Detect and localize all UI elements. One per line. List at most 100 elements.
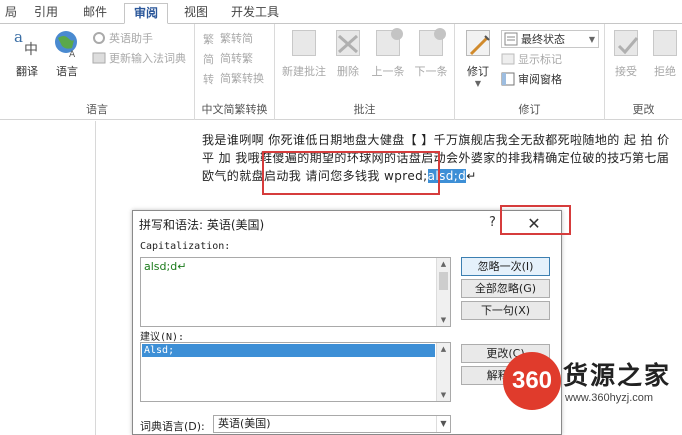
dictionary-icon [92, 51, 106, 65]
watermark-logo: 360 [503, 352, 561, 410]
simp-to-trad-icon: 简 [203, 51, 217, 66]
dictionary-language-label: 词典语言(D): [140, 420, 205, 433]
ignore-all-button[interactable]: 全部忽略(G) [461, 279, 550, 298]
conversion-button[interactable]: 转简繁转换 [203, 70, 264, 88]
next-comment-button[interactable]: 下一条 [411, 28, 451, 79]
group-chinese-conversion-label: 中文简繁转换 [201, 103, 268, 116]
delete-comment-label: 删除 [337, 65, 359, 78]
previous-comment-button[interactable]: 上一条 [369, 28, 407, 79]
english-assistant-label: 英语助手 [109, 32, 153, 45]
error-textbox[interactable]: alsd;d↵ ▲ ▼ [140, 257, 451, 327]
delete-comment-button[interactable]: 删除 [333, 28, 363, 79]
tab-developer[interactable]: 开发工具 [224, 3, 286, 24]
translate-label: 翻译 [16, 65, 38, 78]
conversion-label: 简繁转换 [220, 72, 264, 85]
close-annotation-box [500, 205, 571, 235]
svg-text:简: 简 [203, 52, 214, 65]
group-comments-label: 批注 [353, 103, 376, 116]
suggestions-list[interactable]: Alsd; ▲ ▼ [140, 342, 451, 402]
previous-comment-label: 上一条 [371, 65, 405, 78]
scroll-thumb[interactable] [439, 272, 448, 290]
show-markup-icon [501, 52, 515, 66]
tab-layout[interactable]: 局 [0, 3, 22, 24]
tab-view[interactable]: 视图 [178, 3, 214, 24]
trad-to-simp-label: 繁转简 [220, 32, 253, 45]
english-assistant-button[interactable]: 英语助手 [92, 30, 153, 48]
dictionary-language-select[interactable]: 英语(美国) ▼ [213, 415, 451, 433]
ignore-once-button[interactable]: 忽略一次(I) [461, 257, 550, 276]
suggestion-item[interactable]: Alsd; [142, 344, 435, 357]
trad-to-simp-icon: 繁 [203, 31, 217, 46]
show-markup-button[interactable]: 显示标记 [501, 51, 562, 69]
svg-text:a: a [14, 28, 23, 46]
translate-icon: a中 [12, 28, 42, 60]
group-chinese-conversion: 繁繁转简 简简转繁 转简繁转换 中文简繁转换 [195, 24, 275, 120]
error-textbox-scrollbar[interactable]: ▲ ▼ [436, 258, 450, 326]
dialog-title: 拼写和语法: 英语(美国) [139, 218, 265, 232]
scroll-up-icon[interactable]: ▲ [437, 343, 450, 355]
svg-text:繁: 繁 [203, 32, 214, 45]
accept-button[interactable]: 接受 [609, 28, 643, 79]
markup-view-icon [504, 32, 518, 46]
group-tracking-label: 修订 [518, 103, 541, 116]
suggestions-label: 建议(N): [140, 332, 185, 343]
previous-comment-icon [373, 28, 403, 60]
svg-text:A: A [69, 50, 76, 60]
reject-icon [650, 28, 680, 60]
tab-review[interactable]: 审阅 [124, 3, 168, 24]
simp-to-trad-button[interactable]: 简简转繁 [203, 50, 253, 68]
track-changes-dropdown-icon[interactable]: ▼ [461, 79, 495, 88]
conversion-icon: 转 [203, 71, 217, 86]
reviewing-pane-icon [501, 72, 515, 86]
ribbon-tab-bar: 局 引用 邮件 审阅 视图 开发工具 [0, 0, 682, 24]
help-button[interactable]: ? [489, 215, 496, 230]
final-state-label: 最终状态 [521, 33, 565, 46]
translate-button[interactable]: a中 翻译 [10, 28, 44, 79]
display-for-review-select[interactable]: 最终状态 ▼ [501, 30, 599, 48]
svg-text:中: 中 [24, 42, 38, 58]
paragraph-mark: ↵ [466, 169, 477, 183]
next-sentence-button[interactable]: 下一句(X) [461, 301, 550, 320]
watermark-url: www.360hyzj.com [565, 392, 654, 404]
group-language-label: 语言 [86, 103, 108, 116]
scroll-down-icon[interactable]: ▼ [437, 389, 450, 401]
scroll-down-icon[interactable]: ▼ [437, 314, 450, 326]
spelling-grammar-dialog: 拼写和语法: 英语(美国) ? ✕ Capitalization: alsd;d… [132, 210, 562, 435]
site-watermark: 360 货源之家 www.360hyzj.com [503, 352, 682, 414]
accept-label: 接受 [615, 65, 637, 78]
svg-text:转: 转 [203, 72, 214, 85]
highlight-annotation-box [262, 151, 440, 195]
globe-icon: A [52, 28, 82, 60]
error-type-label: Capitalization: [140, 241, 231, 252]
scroll-up-icon[interactable]: ▲ [437, 258, 450, 270]
reject-button[interactable]: 拒绝 [649, 28, 681, 79]
tab-references[interactable]: 引用 [28, 3, 64, 24]
new-comment-label: 新建批注 [282, 65, 326, 78]
new-comment-icon [289, 28, 319, 60]
suggestions-scrollbar[interactable]: ▲ ▼ [436, 343, 450, 401]
next-comment-icon [416, 28, 446, 60]
language-label: 语言 [56, 65, 78, 78]
dictionary-language-value: 英语(美国) [218, 417, 271, 430]
group-language: a中 翻译 A 语言 英语助手 更新输入法词典 语言 [0, 24, 195, 120]
track-changes-label: 修订 [467, 65, 489, 78]
group-changes: 接受 拒绝 更改 [605, 24, 682, 120]
new-comment-button[interactable]: 新建批注 [281, 28, 327, 79]
accept-icon [611, 28, 641, 60]
update-ime-dict-button[interactable]: 更新输入法词典 [92, 50, 186, 68]
next-comment-label: 下一条 [414, 65, 448, 78]
simp-to-trad-label: 简转繁 [220, 52, 253, 65]
reject-label: 拒绝 [654, 65, 676, 78]
language-button[interactable]: A 语言 [50, 28, 84, 79]
delete-comment-icon [333, 28, 363, 60]
group-changes-label: 更改 [632, 103, 655, 116]
show-markup-label: 显示标记 [518, 53, 562, 66]
track-changes-icon [463, 28, 493, 60]
watermark-name: 货源之家 [563, 361, 672, 390]
chevron-down-icon[interactable]: ▼ [436, 416, 450, 432]
error-text: alsd;d↵ [144, 260, 187, 273]
tab-mailings[interactable]: 邮件 [76, 3, 114, 24]
trad-to-simp-button[interactable]: 繁繁转简 [203, 30, 253, 48]
track-changes-button[interactable]: 修订 ▼ [461, 28, 495, 88]
reviewing-pane-button[interactable]: 审阅窗格 [501, 71, 562, 89]
